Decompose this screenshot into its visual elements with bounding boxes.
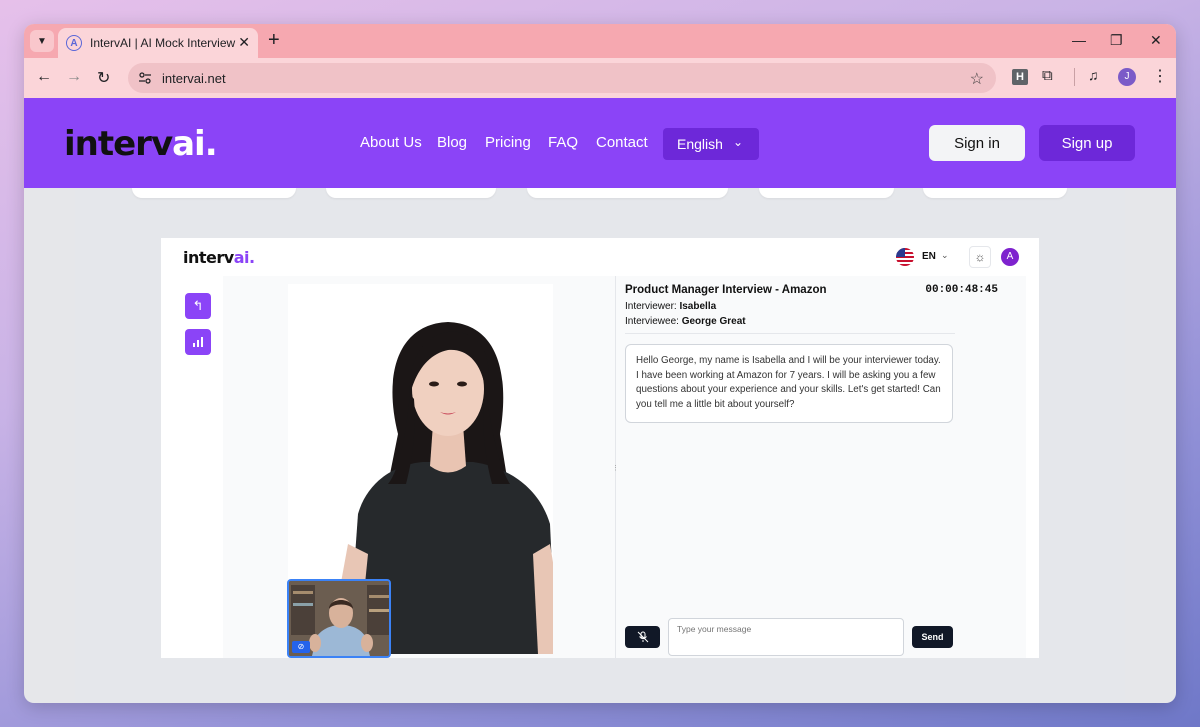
camera-off-icon[interactable]: ⊘ [292, 641, 310, 653]
us-flag-icon[interactable] [896, 248, 914, 266]
interview-timer: 00:00:48:45 [925, 284, 998, 296]
feature-card [527, 188, 728, 198]
url-text: intervai.net [162, 70, 226, 86]
tab-search-button[interactable]: ▼ [30, 30, 54, 52]
bookmark-star-icon[interactable]: ☆ [970, 69, 984, 89]
site-logo[interactable]: intervai. [64, 124, 218, 164]
language-select[interactable]: English ⌄ [663, 128, 759, 160]
nav-blog[interactable]: Blog [437, 134, 467, 151]
restore-icon[interactable]: ❐ [1110, 32, 1123, 49]
nav-pricing[interactable]: Pricing [485, 134, 531, 151]
candidate-video-pip: ⊘ [287, 579, 391, 658]
chevron-down-icon: ▼ [37, 35, 47, 47]
interviewee-line: Interviewee: George Great [625, 316, 746, 327]
extension-h-icon[interactable]: H [1012, 69, 1028, 85]
browser-window: ▼ A IntervAI | AI Mock Interview Platfor… [24, 24, 1176, 703]
sun-icon[interactable]: ☼ [969, 246, 991, 268]
profile-avatar[interactable]: J [1118, 68, 1136, 86]
back-undo-icon[interactable]: ↰ [185, 293, 211, 319]
video-area: ⊘ [223, 276, 615, 658]
feature-card [326, 188, 496, 198]
site-header: intervai. About Us Blog Pricing FAQ Cont… [24, 98, 1176, 188]
chat-divider [625, 333, 955, 334]
interview-title: Product Manager Interview - Amazon [625, 284, 827, 296]
forward-arrow-icon[interactable]: → [66, 68, 82, 86]
app-logo: intervai. [183, 248, 255, 267]
minimize-icon[interactable]: — [1072, 32, 1086, 48]
interviewer-line: Interviewer: Isabella [625, 301, 716, 312]
nav-faq[interactable]: FAQ [548, 134, 578, 151]
mic-off-icon[interactable] [625, 626, 660, 648]
user-avatar[interactable]: A [1001, 248, 1019, 266]
feature-card [923, 188, 1067, 198]
interviewee-name: George Great [681, 316, 746, 327]
close-tab-icon[interactable]: ✕ [238, 34, 250, 51]
media-control-icon[interactable]: ♫ [1088, 67, 1099, 83]
site-settings-icon[interactable] [138, 71, 152, 85]
menu-kebab-icon[interactable]: ⋮ [1152, 66, 1168, 86]
nav-about-us[interactable]: About Us [360, 134, 422, 151]
close-window-icon[interactable]: ✕ [1150, 32, 1162, 49]
mic-off-glyph [637, 631, 648, 643]
interviewer-name: Isabella [679, 301, 717, 312]
extensions-puzzle-icon[interactable]: ⧉ [1042, 67, 1053, 84]
new-tab-icon[interactable]: + [268, 30, 280, 50]
app-sidebar: ↰ [161, 276, 223, 658]
bar-chart-glyph [193, 337, 203, 347]
toolbar-divider [1074, 68, 1075, 86]
interviewee-label: Interviewee: [625, 316, 679, 327]
address-bar[interactable]: intervai.net ☆ [128, 63, 996, 93]
back-arrow-icon[interactable]: ← [36, 68, 52, 86]
favicon-icon: A [66, 35, 82, 51]
feature-card [132, 188, 296, 198]
chevron-down-icon[interactable]: ⌄ [941, 250, 949, 261]
bar-chart-icon[interactable] [185, 329, 211, 355]
browser-tab[interactable]: A IntervAI | AI Mock Interview Platform … [58, 28, 258, 58]
browser-toolbar: ← → ↻ intervai.net ☆ H ⧉ ♫ J ⋮ [24, 58, 1176, 98]
interviewer-message: Hello George, my name is Isabella and I … [625, 344, 953, 423]
interviewer-label: Interviewer: [625, 301, 677, 312]
tab-title: IntervAI | AI Mock Interview Platform [90, 36, 236, 50]
chevron-down-icon: ⌄ [732, 135, 743, 149]
reload-icon[interactable]: ↻ [97, 68, 110, 88]
language-label: English [677, 136, 723, 152]
message-input[interactable] [668, 618, 904, 656]
sign-up-button[interactable]: Sign up [1039, 125, 1135, 161]
tab-strip: ▼ A IntervAI | AI Mock Interview Platfor… [24, 24, 1176, 58]
app-preview: intervai. EN ⌄ ☼ A ↰ ⊘ Product Manager I… [161, 238, 1039, 658]
chat-panel: Product Manager Interview - Amazon 00:00… [616, 276, 1026, 658]
send-button[interactable]: Send [912, 626, 953, 648]
app-language-code[interactable]: EN [922, 251, 936, 262]
nav-contact[interactable]: Contact [596, 134, 648, 151]
sign-in-button[interactable]: Sign in [929, 125, 1025, 161]
feature-card [759, 188, 894, 198]
